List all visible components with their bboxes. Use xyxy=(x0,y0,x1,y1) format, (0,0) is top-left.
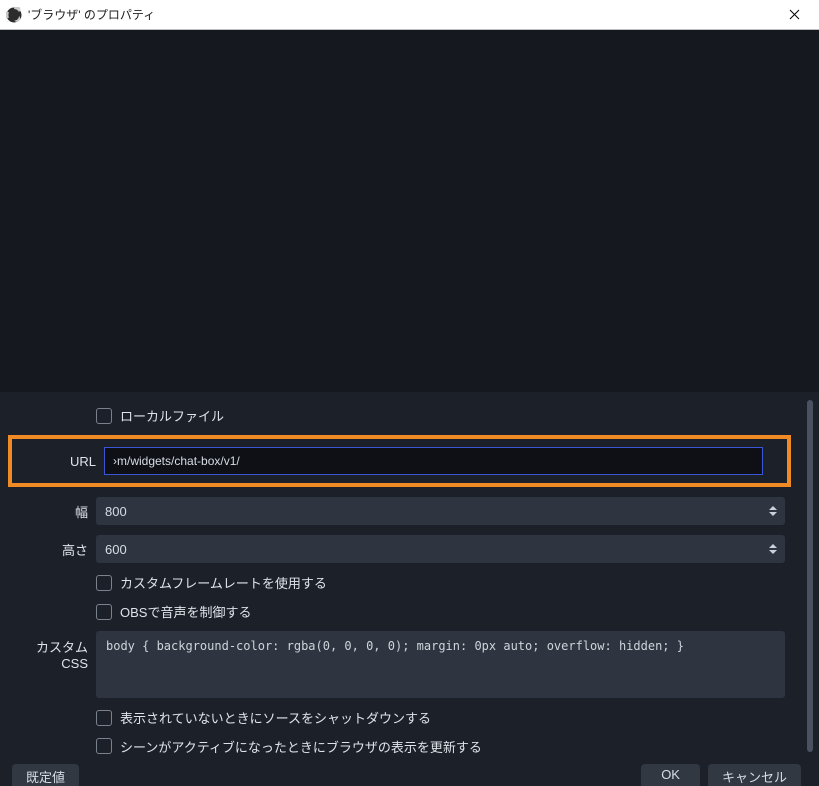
custom-css-wrap xyxy=(96,631,785,698)
height-input[interactable]: 600 xyxy=(96,535,785,563)
url-label: URL xyxy=(20,454,104,469)
height-value: 600 xyxy=(97,542,766,557)
height-row: 高さ 600 xyxy=(18,535,801,563)
width-input[interactable]: 800 xyxy=(96,497,785,525)
custom-fps-row: カスタムフレームレートを使用する xyxy=(18,573,801,592)
custom-css-input[interactable] xyxy=(106,639,775,687)
refresh-active-checkbox[interactable] xyxy=(96,738,112,754)
local-file-label: ローカルファイル xyxy=(120,406,224,425)
local-file-checkbox[interactable] xyxy=(96,408,112,424)
custom-fps-checkbox[interactable] xyxy=(96,575,112,591)
scrollbar[interactable] xyxy=(807,400,813,752)
custom-css-row: カスタム CSS xyxy=(18,631,801,698)
url-row: URL xyxy=(20,447,779,475)
cancel-button[interactable]: キャンセル xyxy=(708,764,801,786)
close-button[interactable] xyxy=(775,1,813,29)
control-audio-label: OBSで音声を制御する xyxy=(120,602,251,621)
control-audio-checkbox[interactable] xyxy=(96,604,112,620)
custom-fps-label: カスタムフレームレートを使用する xyxy=(120,573,327,592)
width-label: 幅 xyxy=(18,502,96,521)
dialog-footer: 既定値 OK キャンセル xyxy=(0,764,819,786)
height-label: 高さ xyxy=(18,540,96,559)
width-spinner[interactable] xyxy=(766,505,784,517)
chevron-up-icon xyxy=(769,506,777,510)
defaults-button[interactable]: 既定値 xyxy=(12,764,79,786)
refresh-active-row: シーンがアクティブになったときにブラウザの表示を更新する xyxy=(18,737,801,755)
ok-button[interactable]: OK xyxy=(641,764,700,786)
width-row: 幅 800 xyxy=(18,497,801,525)
window-title: 'ブラウザ' のプロパティ xyxy=(28,6,775,23)
custom-css-label: カスタム CSS xyxy=(18,631,96,671)
close-icon xyxy=(789,9,800,20)
shutdown-row: 表示されていないときにソースをシャットダウンする xyxy=(18,708,801,727)
properties-form: ローカルファイル URL 幅 800 高さ 600 xyxy=(0,392,819,755)
shutdown-checkbox[interactable] xyxy=(96,710,112,726)
refresh-active-label: シーンがアクティブになったときにブラウザの表示を更新する xyxy=(120,737,482,755)
shutdown-label: 表示されていないときにソースをシャットダウンする xyxy=(120,708,431,727)
control-audio-row: OBSで音声を制御する xyxy=(18,602,801,621)
chevron-up-icon xyxy=(769,544,777,548)
url-input[interactable] xyxy=(104,447,763,475)
width-value: 800 xyxy=(97,504,766,519)
titlebar: 'ブラウザ' のプロパティ xyxy=(0,0,819,30)
chevron-down-icon xyxy=(769,512,777,516)
height-spinner[interactable] xyxy=(766,543,784,555)
local-file-row: ローカルファイル xyxy=(18,406,801,425)
chevron-down-icon xyxy=(769,550,777,554)
source-preview xyxy=(0,30,819,392)
obs-icon xyxy=(6,7,22,23)
url-highlight-box: URL xyxy=(8,435,791,487)
